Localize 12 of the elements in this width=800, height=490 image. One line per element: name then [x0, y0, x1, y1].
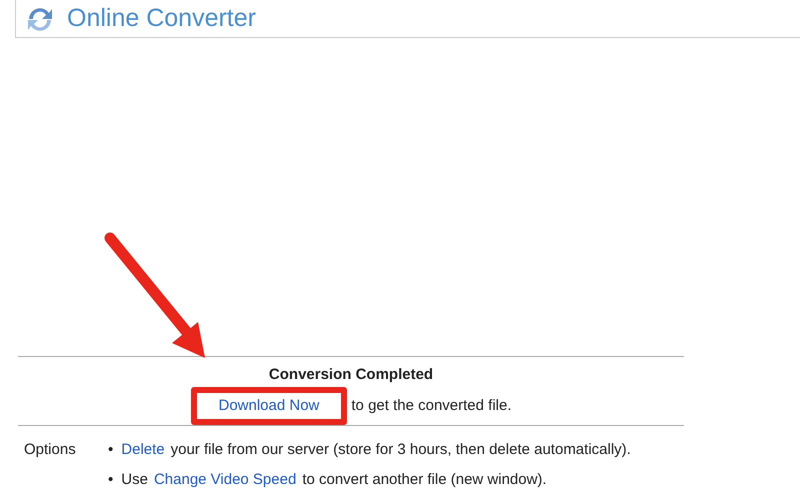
site-title: Online Converter [67, 2, 256, 34]
result-text: to get the converted file. [351, 396, 512, 416]
option-text: your file from our server (store for 3 hours, then delete automatically). [170, 440, 631, 460]
bullet-icon: • [108, 439, 114, 462]
option-link[interactable]: Delete [121, 439, 165, 462]
bullet-icon: • [108, 468, 114, 490]
option-link[interactable]: Change Video Speed [154, 468, 296, 490]
option-text: to convert another file (new window). [302, 470, 547, 490]
options-label: Options [24, 440, 77, 460]
option-text: Use [121, 470, 148, 490]
result-heading: Conversion Completed [268, 365, 434, 385]
download-link[interactable]: Download Now [190, 386, 348, 425]
